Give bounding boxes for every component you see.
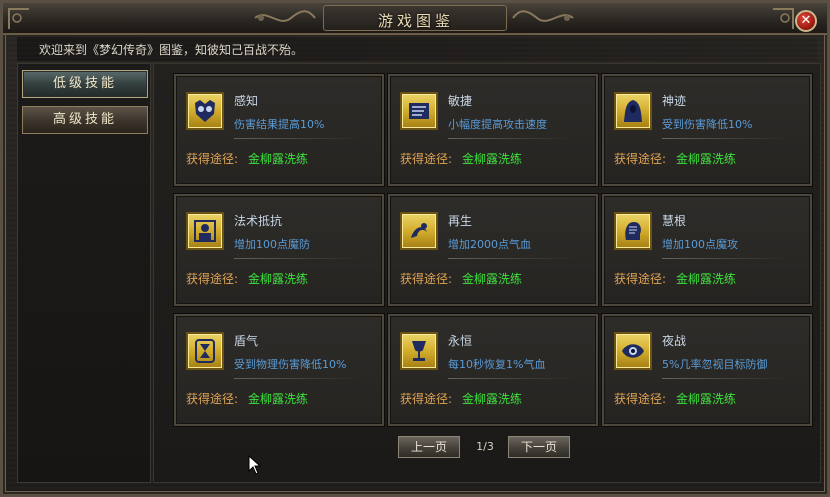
skill-description: 增加2000点气血 — [448, 238, 531, 251]
skill-description: 增加100点魔攻 — [662, 238, 738, 251]
skill-card[interactable]: 敏捷 小幅度提高攻击速度 获得途径: 金柳露洗练 — [388, 74, 598, 186]
skill-description: 每10秒恢复1%气血 — [448, 358, 546, 371]
divider — [662, 378, 788, 379]
skill-name: 慧根 — [662, 214, 687, 228]
skill-card[interactable]: 感知 伤害结果提高10% 获得途径: 金柳露洗练 — [174, 74, 384, 186]
source-label: 获得途径: — [400, 272, 453, 286]
skill-card[interactable]: 夜战 5%几率忽视目标防御 获得途径: 金柳露洗练 — [602, 314, 812, 426]
divider — [448, 378, 574, 379]
skill-description: 受到伤害降低10% — [662, 118, 753, 131]
mouse-cursor-icon — [248, 455, 262, 475]
skill-description: 伤害结果提高10% — [234, 118, 325, 131]
goblet-icon — [400, 332, 438, 370]
source-label: 获得途径: — [400, 152, 453, 166]
next-page-button[interactable]: 下一页 — [508, 436, 570, 458]
skill-card[interactable]: 神迹 受到伤害降低10% 获得途径: 金柳露洗练 — [602, 74, 812, 186]
source-value: 金柳露洗练 — [676, 272, 737, 286]
source-label: 获得途径: — [614, 152, 667, 166]
title-ornament-right-icon — [512, 10, 574, 22]
skill-name: 再生 — [448, 214, 473, 228]
title-ornament-left-icon — [254, 10, 316, 22]
source-value: 金柳露洗练 — [676, 152, 737, 166]
skill-name: 永恒 — [448, 334, 473, 348]
window-title: 游戏图鉴 — [377, 12, 454, 30]
source-label: 获得途径: — [186, 152, 239, 166]
skill-name: 法术抵抗 — [234, 214, 283, 228]
welcome-text: 欢迎来到《梦幻传奇》图鉴，知彼知己百战不殆。 — [39, 43, 304, 57]
tab-low-level-skills[interactable]: 低级技能 — [22, 70, 148, 98]
source-label: 获得途径: — [614, 272, 667, 286]
skill-card[interactable]: 永恒 每10秒恢复1%气血 获得途径: 金柳露洗练 — [388, 314, 598, 426]
hooded-figure-icon — [614, 92, 652, 130]
skill-card[interactable]: 再生 增加2000点气血 获得途径: 金柳露洗练 — [388, 194, 598, 306]
title-bar[interactable]: 游戏图鉴 — [3, 3, 827, 35]
skill-name: 感知 — [234, 94, 259, 108]
encyclopedia-window: 游戏图鉴 ✕ 欢迎来到《梦幻传奇》图鉴，知彼知己百战不殆。 低级技能 高级技能 … — [0, 0, 830, 497]
wind-scroll-icon — [400, 92, 438, 130]
skill-name: 夜战 — [662, 334, 687, 348]
skill-description: 5%几率忽视目标防御 — [662, 358, 768, 371]
prev-page-button[interactable]: 上一页 — [398, 436, 460, 458]
source-label: 获得途径: — [400, 392, 453, 406]
close-button[interactable]: ✕ — [795, 10, 817, 32]
source-value: 金柳露洗练 — [462, 392, 523, 406]
divider — [234, 378, 360, 379]
skill-description: 受到物理伤害降低10% — [234, 358, 347, 371]
corner-ornament-icon — [8, 8, 29, 29]
skill-description: 增加100点魔防 — [234, 238, 310, 251]
owl-mask-icon — [186, 92, 224, 130]
source-label: 获得途径: — [614, 392, 667, 406]
skill-card[interactable]: 盾气 受到物理伤害降低10% 获得途径: 金柳露洗练 — [174, 314, 384, 426]
source-label: 获得途径: — [186, 392, 239, 406]
tab-high-level-skills[interactable]: 高级技能 — [22, 106, 148, 134]
close-icon: ✕ — [800, 13, 812, 28]
skill-card[interactable]: 法术抵抗 增加100点魔防 获得途径: 金柳露洗练 — [174, 194, 384, 306]
mind-head-icon — [614, 212, 652, 250]
source-value: 金柳露洗练 — [462, 152, 523, 166]
divider — [662, 138, 788, 139]
page-indicator: 1/3 — [476, 440, 494, 453]
source-value: 金柳露洗练 — [248, 272, 309, 286]
divider — [234, 138, 360, 139]
skill-name: 盾气 — [234, 334, 259, 348]
source-value: 金柳露洗练 — [248, 392, 309, 406]
corner-ornament-icon — [773, 8, 794, 29]
night-eye-icon — [614, 332, 652, 370]
skill-category-sidebar: 低级技能 高级技能 — [17, 63, 151, 483]
skill-description: 小幅度提高攻击速度 — [448, 118, 547, 131]
skill-name: 敏捷 — [448, 94, 473, 108]
magic-shield-icon — [186, 212, 224, 250]
skill-grid-panel: 感知 伤害结果提高10% 获得途径: 金柳露洗练 敏捷 小幅度提高攻击速度 获得… — [153, 63, 821, 483]
source-value: 金柳露洗练 — [462, 272, 523, 286]
divider — [234, 258, 360, 259]
source-value: 金柳露洗练 — [676, 392, 737, 406]
title-plate: 游戏图鉴 — [323, 5, 507, 31]
source-label: 获得途径: — [186, 272, 239, 286]
divider — [448, 258, 574, 259]
source-value: 金柳露洗练 — [248, 152, 309, 166]
skill-card[interactable]: 慧根 增加100点魔攻 获得途径: 金柳露洗练 — [602, 194, 812, 306]
divider — [448, 138, 574, 139]
skill-name: 神迹 — [662, 94, 687, 108]
hourglass-shield-icon — [186, 332, 224, 370]
regeneration-icon — [400, 212, 438, 250]
divider — [662, 258, 788, 259]
